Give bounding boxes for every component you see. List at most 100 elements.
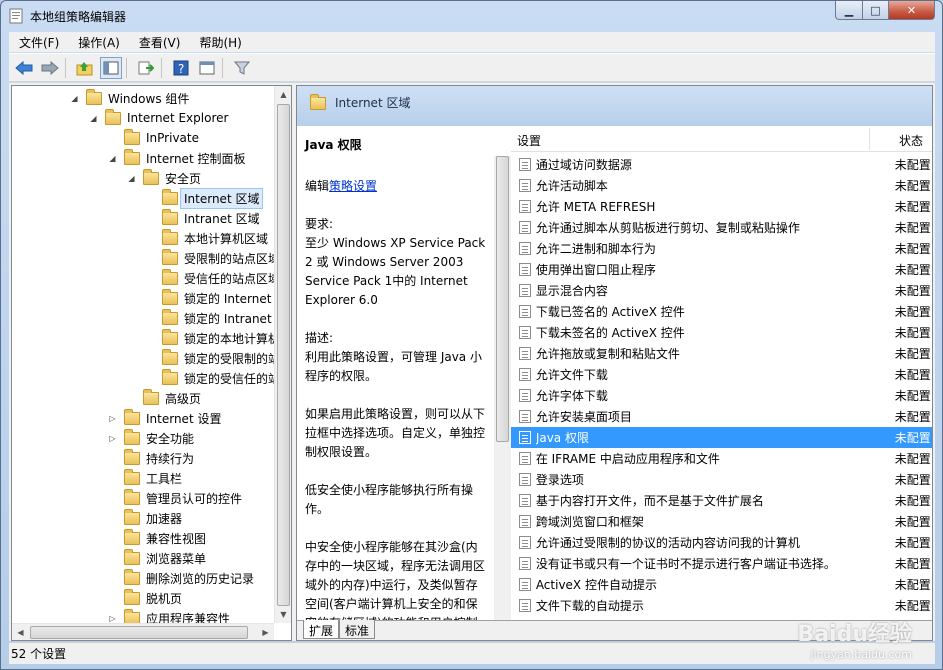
tree-item[interactable]: Internet 区域	[146, 187, 264, 209]
maximize-button[interactable]: □	[862, 1, 889, 20]
column-divider[interactable]	[869, 128, 870, 150]
setting-row[interactable]: 文件下载的自动提示 未配置	[511, 595, 932, 616]
menu-file[interactable]: 文件(F)	[9, 34, 68, 51]
tree-item[interactable]: Intranet 区域	[146, 208, 260, 228]
policy-setting-icon	[519, 431, 531, 444]
tree-item-label: 受信任的站点区域	[184, 271, 281, 286]
setting-row[interactable]: 允许字体下载 未配置	[511, 385, 932, 406]
tree-item[interactable]: 高级页	[127, 388, 201, 408]
collapse-arrow-icon[interactable]: ◢	[89, 114, 98, 123]
setting-row[interactable]: 允许通过脚本从剪贴板进行剪切、复制或粘贴操作 未配置	[511, 217, 932, 238]
tree-item[interactable]: 本地计算机区域	[146, 228, 268, 248]
setting-row[interactable]: 在 IFRAME 中启动应用程序和文件 未配置	[511, 448, 932, 469]
setting-row[interactable]: 跨域浏览窗口和框架 未配置	[511, 511, 932, 532]
setting-row[interactable]: 基于内容打开文件，而不是基于文件扩展名 未配置	[511, 490, 932, 511]
scroll-thumb[interactable]	[30, 626, 248, 639]
setting-row[interactable]: 通过域访问数据源 未配置	[511, 154, 932, 175]
collapse-arrow-icon[interactable]: ◢	[108, 154, 117, 163]
title-bar[interactable]: 本地组策略编辑器 ▁ □ ✕	[1, 1, 942, 31]
collapse-arrow-icon[interactable]: ◢	[127, 174, 136, 183]
scroll-down-icon[interactable]: ▼	[275, 606, 291, 623]
tree-item[interactable]: 锁定的本地计算机	[146, 328, 280, 348]
menu-view[interactable]: 查看(V)	[129, 34, 190, 51]
tree-item[interactable]: 受限制的站点区域	[146, 248, 280, 268]
setting-row[interactable]: 允许通过受限制的协议的活动内容访问我的计算机 未配置	[511, 532, 932, 553]
policy-setting-icon	[519, 200, 531, 213]
setting-row[interactable]: 显示混合内容 未配置	[511, 280, 932, 301]
collapse-arrow-icon[interactable]: ◢	[70, 94, 79, 103]
tree-item-label: Internet 控制面板	[146, 151, 246, 166]
setting-state: 未配置	[894, 578, 931, 592]
back-icon[interactable]	[13, 57, 35, 79]
properties-icon[interactable]	[196, 57, 218, 79]
description-scrollbar[interactable]	[494, 156, 511, 626]
minimize-button[interactable]: ▁	[835, 1, 863, 20]
tab-standard[interactable]: 标准	[339, 620, 376, 639]
folder-icon	[162, 248, 178, 265]
tree-item[interactable]: ▷ Internet 设置	[108, 408, 221, 428]
tree-item[interactable]: 删除浏览的历史记录	[108, 568, 254, 588]
setting-row[interactable]: 允许安装桌面项目 未配置	[511, 406, 932, 427]
show-hide-tree-icon[interactable]	[100, 56, 122, 79]
help-icon[interactable]: ?	[170, 57, 192, 79]
setting-row[interactable]: Java 权限 未配置	[511, 427, 932, 448]
tree-item[interactable]: 受信任的站点区域	[146, 268, 280, 288]
tree-horizontal-scrollbar[interactable]: ◀ ▶	[12, 623, 274, 640]
expand-arrow-icon[interactable]: ▷	[108, 614, 117, 623]
close-button[interactable]: ✕	[888, 1, 935, 20]
tree-item[interactable]: ◢ 安全页	[127, 168, 201, 188]
filter-icon[interactable]	[231, 57, 253, 79]
expand-arrow-icon[interactable]: ▷	[108, 434, 117, 443]
tree-item[interactable]: 锁定的受信任的站	[146, 368, 280, 388]
tree-item[interactable]: 兼容性视图	[108, 528, 206, 548]
scroll-thumb[interactable]	[496, 156, 509, 442]
scroll-thumb[interactable]	[277, 104, 290, 606]
setting-row[interactable]: 使用弹出窗口阻止程序 未配置	[511, 259, 932, 280]
export-icon[interactable]	[135, 57, 157, 79]
tree-item[interactable]: 持续行为	[108, 448, 194, 468]
setting-row[interactable]: 允许文件下载 未配置	[511, 364, 932, 385]
tree-item[interactable]: ▷ 安全功能	[108, 428, 194, 448]
tree-vertical-scrollbar[interactable]: ▲ ▼	[274, 86, 291, 623]
tree-item[interactable]: ◢ Windows 组件	[70, 88, 189, 108]
column-setting[interactable]: 设置	[517, 132, 541, 149]
scroll-right-icon[interactable]: ▶	[257, 624, 274, 640]
tree-item[interactable]: 脱机页	[108, 588, 182, 608]
setting-row[interactable]: 没有证书或只有一个证书时不提示进行客户端证书选择。 未配置	[511, 553, 932, 574]
tree-item-label: 锁定的 Intranet 区	[184, 311, 288, 326]
tree-item[interactable]: 浏览器菜单	[108, 548, 206, 568]
tree-item[interactable]: 锁定的受限制的站	[146, 348, 280, 368]
tab-extended[interactable]: 扩展	[303, 620, 340, 639]
tree-item[interactable]: 工具栏	[108, 468, 182, 488]
column-state[interactable]: 状态	[899, 132, 923, 149]
tree-item[interactable]: 加速器	[108, 508, 182, 528]
menu-action[interactable]: 操作(A)	[68, 34, 129, 51]
setting-row[interactable]: 下载已签名的 ActiveX 控件 未配置	[511, 301, 932, 322]
folder-icon	[105, 108, 121, 125]
setting-row[interactable]: ActiveX 控件自动提示 未配置	[511, 574, 932, 595]
forward-icon[interactable]	[39, 57, 61, 79]
folder-icon	[124, 588, 140, 605]
tree-item[interactable]: 锁定的 Intranet 区	[146, 308, 287, 328]
setting-row[interactable]: 允许二进制和脚本行为 未配置	[511, 238, 932, 259]
tree-item[interactable]: 管理员认可的控件	[108, 488, 242, 508]
setting-row[interactable]: 允许 META REFRESH 未配置	[511, 196, 932, 217]
expand-arrow-icon[interactable]: ▷	[108, 414, 117, 423]
setting-row[interactable]: 允许活动脚本 未配置	[511, 175, 932, 196]
tree-item[interactable]: ◢ Internet 控制面板	[108, 148, 245, 168]
up-folder-icon[interactable]	[74, 57, 96, 79]
menu-help[interactable]: 帮助(H)	[189, 34, 250, 51]
tree-item[interactable]: 锁定的 Internet 区	[146, 288, 287, 308]
setting-row[interactable]: 允许拖放或复制和粘贴文件 未配置	[511, 343, 932, 364]
tree-item[interactable]: ◢ Internet Explorer	[89, 108, 228, 128]
setting-name: 下载已签名的 ActiveX 控件	[535, 305, 685, 319]
setting-row[interactable]: 下载未签名的 ActiveX 控件 未配置	[511, 322, 932, 343]
edit-policy-link[interactable]: 策略设置	[329, 179, 377, 193]
setting-row[interactable]: 登录选项 未配置	[511, 469, 932, 490]
scroll-up-icon[interactable]: ▲	[275, 86, 291, 103]
tree-item[interactable]: InPrivate	[108, 128, 199, 148]
scroll-left-icon[interactable]: ◀	[12, 624, 29, 640]
toolbar-separator	[161, 57, 162, 78]
